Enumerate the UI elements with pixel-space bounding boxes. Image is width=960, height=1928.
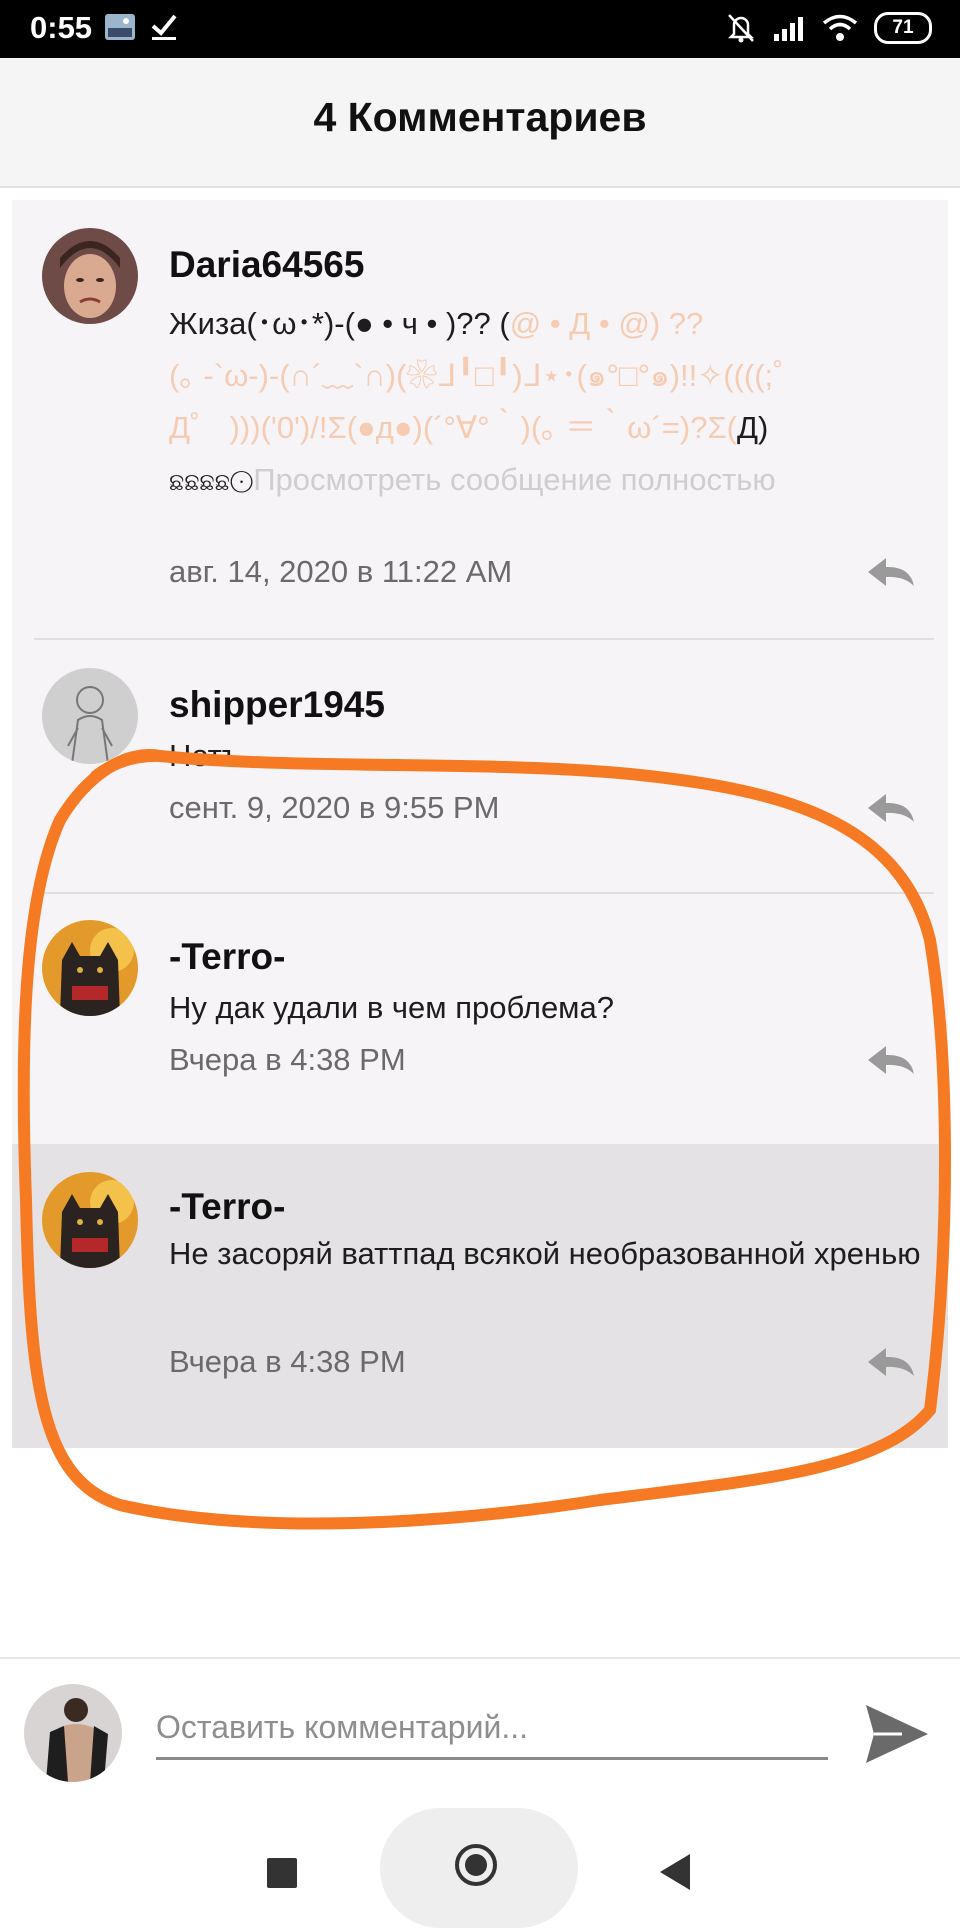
comment-text-faded: @ • Д • @) ?? (509, 306, 704, 341)
comment-author[interactable]: -Terro- (169, 1186, 285, 1228)
comment-text-dark: Д) (736, 410, 769, 445)
comment-text-faded: Д゜ )))('0')/!Σ(●д●)(´°∀°｀)(｡ ＝｀ω´=)?Σ( (169, 410, 737, 445)
battery-icon: 71 (874, 12, 932, 44)
avatar[interactable] (42, 1172, 138, 1268)
comment-author[interactable]: -Terro- (169, 936, 285, 978)
status-time: 0:55 (30, 10, 93, 45)
show-more-link[interactable]: Просмотреть сообщение полностью (253, 462, 775, 497)
send-icon[interactable] (862, 1699, 932, 1769)
avatar[interactable] (42, 920, 138, 1016)
comment-text-dark: Жиза(･ω･*)-(● • ч • )?? ( (169, 306, 510, 341)
comment-text-faded: (｡ -`ω-)-(∩´﹏`∩)(❀ᒧ╹□╹)ᒧ⋆･(๑°□°๑)!!✧((((… (169, 358, 805, 393)
comment-composer (0, 1657, 960, 1811)
comment-text: Не засоряй ваттпад всякой необразованной… (169, 1236, 921, 1271)
recents-button[interactable] (267, 1858, 297, 1888)
system-nav-bar (0, 1808, 960, 1928)
comment-text-emoji: ଛଛଛଛ⨀ (169, 469, 254, 496)
comment-item[interactable]: -Terro- Ну дак удали в чем проблема? Вче… (12, 894, 948, 1144)
comment-item[interactable]: -Terro- Не засоряй ваттпад всякой необра… (12, 1144, 948, 1448)
avatar[interactable] (42, 668, 138, 764)
battery-level: 71 (892, 17, 914, 38)
signal-icon (774, 17, 803, 41)
comment-date: сент. 9, 2020 в 9:55 PM (169, 790, 500, 825)
comments-list[interactable]: Daria64565 Жиза(･ω･*)-(● • ч • )?? (@ • … (12, 200, 948, 1448)
back-button[interactable] (660, 1854, 690, 1890)
wifi-icon (822, 14, 858, 41)
avatar[interactable] (42, 228, 138, 324)
page-title: 4 Комментариев (313, 94, 647, 140)
home-button[interactable] (455, 1844, 497, 1886)
comment-date: авг. 14, 2020 в 11:22 AM (169, 554, 513, 589)
comment-date: Вчера в 4:38 PM (169, 1344, 406, 1379)
reply-icon[interactable] (864, 1342, 918, 1382)
check-icon (151, 14, 177, 40)
comment-date: Вчера в 4:38 PM (169, 1042, 406, 1077)
user-avatar[interactable] (24, 1684, 122, 1782)
comment-input[interactable] (156, 1697, 828, 1760)
comment-text: Ну дак удали в чем проблема? (169, 990, 614, 1025)
status-bar: 0:55 71 (0, 0, 960, 58)
reply-icon[interactable] (864, 1040, 918, 1080)
comment-author[interactable]: Daria64565 (169, 244, 364, 286)
reply-icon[interactable] (864, 552, 918, 592)
photo-icon (105, 14, 135, 40)
comments-header: 4 Комментариев (0, 58, 960, 188)
reply-icon[interactable] (864, 788, 918, 828)
comment-author[interactable]: shipper1945 (169, 684, 385, 726)
comment-text: Нетъ (169, 738, 242, 773)
bell-off-icon (727, 14, 755, 43)
comment-text: Жиза(･ω･*)-(● • ч • )?? (@ • Д • @) ?? (… (169, 298, 929, 509)
comment-item[interactable]: Daria64565 Жиза(･ω･*)-(● • ч • )?? (@ • … (12, 200, 948, 638)
comment-item[interactable]: shipper1945 Нетъ сент. 9, 2020 в 9:55 PM (12, 640, 948, 892)
